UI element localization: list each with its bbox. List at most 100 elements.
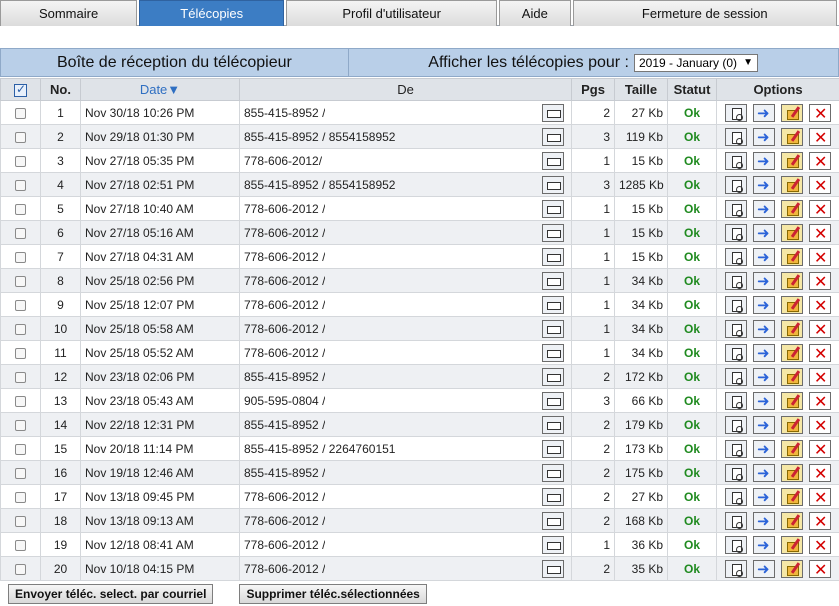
fax-info-icon[interactable] — [542, 199, 564, 218]
forward-fax-icon[interactable] — [753, 247, 775, 266]
table-row[interactable]: 17 Nov 13/18 09:45 PM 778-606-2012 / 2 27 Kb… — [0, 484, 839, 509]
edit-fax-icon[interactable] — [781, 295, 803, 314]
fax-info-icon[interactable] — [542, 559, 564, 578]
delete-fax-icon[interactable] — [809, 415, 831, 436]
delete-fax-icon[interactable] — [809, 271, 831, 292]
view-fax-icon[interactable] — [725, 295, 747, 314]
col-header-date[interactable]: Date▼ — [80, 78, 240, 101]
tab-profil-d-utilisateur[interactable]: Profil d'utilisateur — [286, 0, 498, 26]
edit-fax-icon[interactable] — [781, 103, 803, 122]
edit-fax-icon[interactable] — [781, 319, 803, 338]
view-fax-icon[interactable] — [725, 271, 747, 290]
view-fax-icon[interactable] — [725, 151, 747, 170]
delete-fax-icon[interactable] — [809, 199, 831, 220]
row-checkbox[interactable] — [15, 323, 26, 335]
forward-fax-icon[interactable] — [753, 103, 775, 122]
row-checkbox[interactable] — [15, 131, 26, 143]
row-checkbox[interactable] — [15, 467, 26, 479]
fax-info-icon[interactable] — [542, 415, 564, 434]
table-row[interactable]: 9 Nov 25/18 12:07 PM 778-606-2012 / 1 34 Kb O… — [0, 292, 839, 317]
view-fax-icon[interactable] — [725, 247, 747, 266]
delete-fax-icon[interactable] — [809, 103, 831, 124]
row-checkbox[interactable] — [15, 419, 26, 431]
delete-fax-icon[interactable] — [809, 511, 831, 532]
table-row[interactable]: 11 Nov 25/18 05:52 AM 778-606-2012 / 1 34 Kb… — [0, 340, 839, 365]
edit-fax-icon[interactable] — [781, 487, 803, 506]
fax-info-icon[interactable] — [542, 439, 564, 458]
delete-selected-button[interactable]: Supprimer téléc.sélectionnées — [239, 583, 427, 604]
forward-fax-icon[interactable] — [753, 319, 775, 338]
edit-fax-icon[interactable] — [781, 151, 803, 170]
delete-fax-icon[interactable] — [809, 295, 831, 316]
delete-fax-icon[interactable] — [809, 463, 831, 484]
fax-info-icon[interactable] — [542, 367, 564, 386]
view-fax-icon[interactable] — [725, 535, 747, 554]
forward-fax-icon[interactable] — [753, 199, 775, 218]
fax-info-icon[interactable] — [542, 271, 564, 290]
view-fax-icon[interactable] — [725, 391, 747, 410]
table-row[interactable]: 8 Nov 25/18 02:56 PM 778-606-2012 / 1 34 Kb O… — [0, 268, 839, 293]
period-select[interactable]: 2019 - January (0) ▼ — [634, 53, 758, 72]
edit-fax-icon[interactable] — [781, 367, 803, 386]
tab-aide[interactable]: Aide — [499, 0, 571, 26]
delete-fax-icon[interactable] — [809, 487, 831, 508]
forward-fax-icon[interactable] — [753, 511, 775, 530]
forward-fax-icon[interactable] — [753, 415, 775, 434]
edit-fax-icon[interactable] — [781, 535, 803, 554]
row-checkbox[interactable] — [15, 443, 26, 455]
fax-info-icon[interactable] — [542, 535, 564, 554]
fax-info-icon[interactable] — [542, 343, 564, 362]
fax-info-icon[interactable] — [542, 463, 564, 482]
edit-fax-icon[interactable] — [781, 511, 803, 530]
view-fax-icon[interactable] — [725, 319, 747, 338]
fax-info-icon[interactable] — [542, 511, 564, 530]
table-row[interactable]: 19 Nov 12/18 08:41 AM 778-606-2012 / 1 36 Kb… — [0, 532, 839, 557]
edit-fax-icon[interactable] — [781, 415, 803, 434]
table-row[interactable]: 2 Nov 29/18 01:30 PM 855-415-8952 / 855415… — [0, 124, 839, 149]
delete-fax-icon[interactable] — [809, 151, 831, 172]
tab-t-l-copies[interactable]: Télécopies — [139, 0, 285, 26]
delete-fax-icon[interactable] — [809, 559, 831, 580]
forward-fax-icon[interactable] — [753, 223, 775, 242]
forward-fax-icon[interactable] — [753, 127, 775, 146]
forward-fax-icon[interactable] — [753, 559, 775, 578]
view-fax-icon[interactable] — [725, 463, 747, 482]
view-fax-icon[interactable] — [725, 487, 747, 506]
fax-info-icon[interactable] — [542, 175, 564, 194]
delete-fax-icon[interactable] — [809, 175, 831, 196]
table-row[interactable]: 3 Nov 27/18 05:35 PM 778-606-2012/1 15 Kb Ok — [0, 148, 839, 173]
forward-fax-icon[interactable] — [753, 343, 775, 362]
row-checkbox[interactable] — [15, 371, 26, 383]
fax-info-icon[interactable] — [542, 319, 564, 338]
delete-fax-icon[interactable] — [809, 367, 831, 388]
delete-fax-icon[interactable] — [809, 535, 831, 556]
edit-fax-icon[interactable] — [781, 247, 803, 266]
delete-fax-icon[interactable] — [809, 439, 831, 460]
view-fax-icon[interactable] — [725, 367, 747, 386]
row-checkbox[interactable] — [15, 563, 26, 575]
delete-fax-icon[interactable] — [809, 391, 831, 412]
view-fax-icon[interactable] — [725, 223, 747, 242]
forward-fax-icon[interactable] — [753, 175, 775, 194]
forward-fax-icon[interactable] — [753, 391, 775, 410]
select-all-checkbox[interactable] — [14, 82, 27, 98]
delete-fax-icon[interactable] — [809, 127, 831, 148]
fax-info-icon[interactable] — [542, 391, 564, 410]
forward-fax-icon[interactable] — [753, 295, 775, 314]
row-checkbox[interactable] — [15, 347, 26, 359]
table-row[interactable]: 13 Nov 23/18 05:43 AM 905-595-0804 / 3 66 Kb… — [0, 388, 839, 413]
table-row[interactable]: 1 Nov 30/18 10:26 PM 855-415-8952 / 2 27 Kb O… — [0, 100, 839, 125]
view-fax-icon[interactable] — [725, 559, 747, 578]
delete-fax-icon[interactable] — [809, 247, 831, 268]
table-row[interactable]: 5 Nov 27/18 10:40 AM 778-606-2012 / 1 15 Kb O… — [0, 196, 839, 221]
fax-info-icon[interactable] — [542, 295, 564, 314]
view-fax-icon[interactable] — [725, 439, 747, 458]
delete-fax-icon[interactable] — [809, 223, 831, 244]
edit-fax-icon[interactable] — [781, 271, 803, 290]
edit-fax-icon[interactable] — [781, 175, 803, 194]
forward-fax-icon[interactable] — [753, 151, 775, 170]
fax-info-icon[interactable] — [542, 151, 564, 170]
forward-fax-icon[interactable] — [753, 487, 775, 506]
table-row[interactable]: 18 Nov 13/18 09:13 AM 778-606-2012 / 2 168 K… — [0, 508, 839, 533]
row-checkbox[interactable] — [15, 539, 26, 551]
